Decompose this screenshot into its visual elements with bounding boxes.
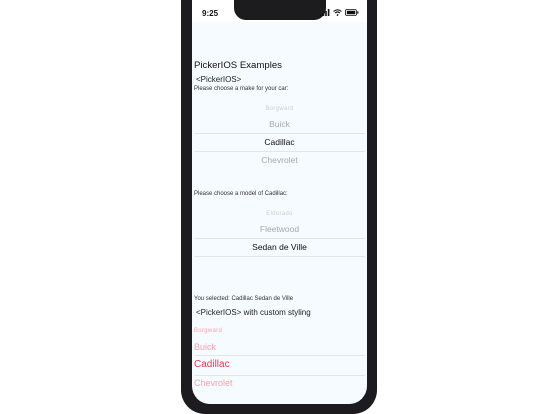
status-time: 9:25 (202, 9, 219, 18)
model-prompt: Please choose a model of Cadillac: (194, 191, 288, 197)
make-option[interactable]: Chevrolet (194, 155, 365, 165)
model-option[interactable]: Fleetwood (194, 224, 365, 234)
signal-icon (320, 9, 330, 16)
battery-icon (345, 9, 359, 16)
picker-selection-line (194, 133, 365, 134)
picker-selection-line (194, 256, 365, 257)
custom-option[interactable]: Borgward (194, 328, 365, 334)
picker-selection-line (194, 375, 365, 376)
section-subtitle: <PickerIOS> (196, 75, 242, 84)
picker-selection-line (194, 151, 365, 152)
make-picker[interactable]: Borgward Buick Cadillac Chevrolet (194, 100, 365, 172)
screen-bottom-edge (192, 398, 367, 404)
make-option[interactable]: Buick (194, 119, 365, 129)
status-icons (320, 9, 359, 16)
page-title: PickerIOS Examples (194, 60, 282, 71)
picker-selection-line (194, 238, 365, 239)
custom-option[interactable]: Buick (194, 342, 365, 352)
make-option-selected[interactable]: Cadillac (194, 137, 365, 147)
wifi-icon (333, 9, 342, 16)
picker-selection-line (194, 355, 365, 356)
model-option-selected[interactable]: Sedan de Ville (194, 242, 365, 252)
model-picker[interactable]: Eldorado Fleetwood Sedan de Ville (194, 207, 365, 263)
make-prompt: Please choose a make for your car: (194, 86, 289, 92)
status-bar: 9:25 (192, 0, 367, 22)
make-option[interactable]: Borgward (194, 106, 365, 112)
device-screen: 9:25 PickerIOS Examples <PickerIOS> Plea… (192, 0, 367, 404)
custom-option-selected[interactable]: Cadillac (194, 359, 365, 370)
custom-option[interactable]: Chevrolet (194, 378, 365, 388)
simulator-stage: 9:25 PickerIOS Examples <PickerIOS> Plea… (0, 0, 555, 414)
selection-summary: You selected: Cadillac Sedan de Ville (194, 296, 294, 302)
custom-styled-picker[interactable]: Borgward Buick Cadillac Chevrolet (194, 324, 365, 394)
model-option[interactable]: Eldorado (194, 211, 365, 217)
device-notch (234, 0, 326, 20)
custom-picker-title: <PickerIOS> with custom styling (196, 308, 311, 317)
